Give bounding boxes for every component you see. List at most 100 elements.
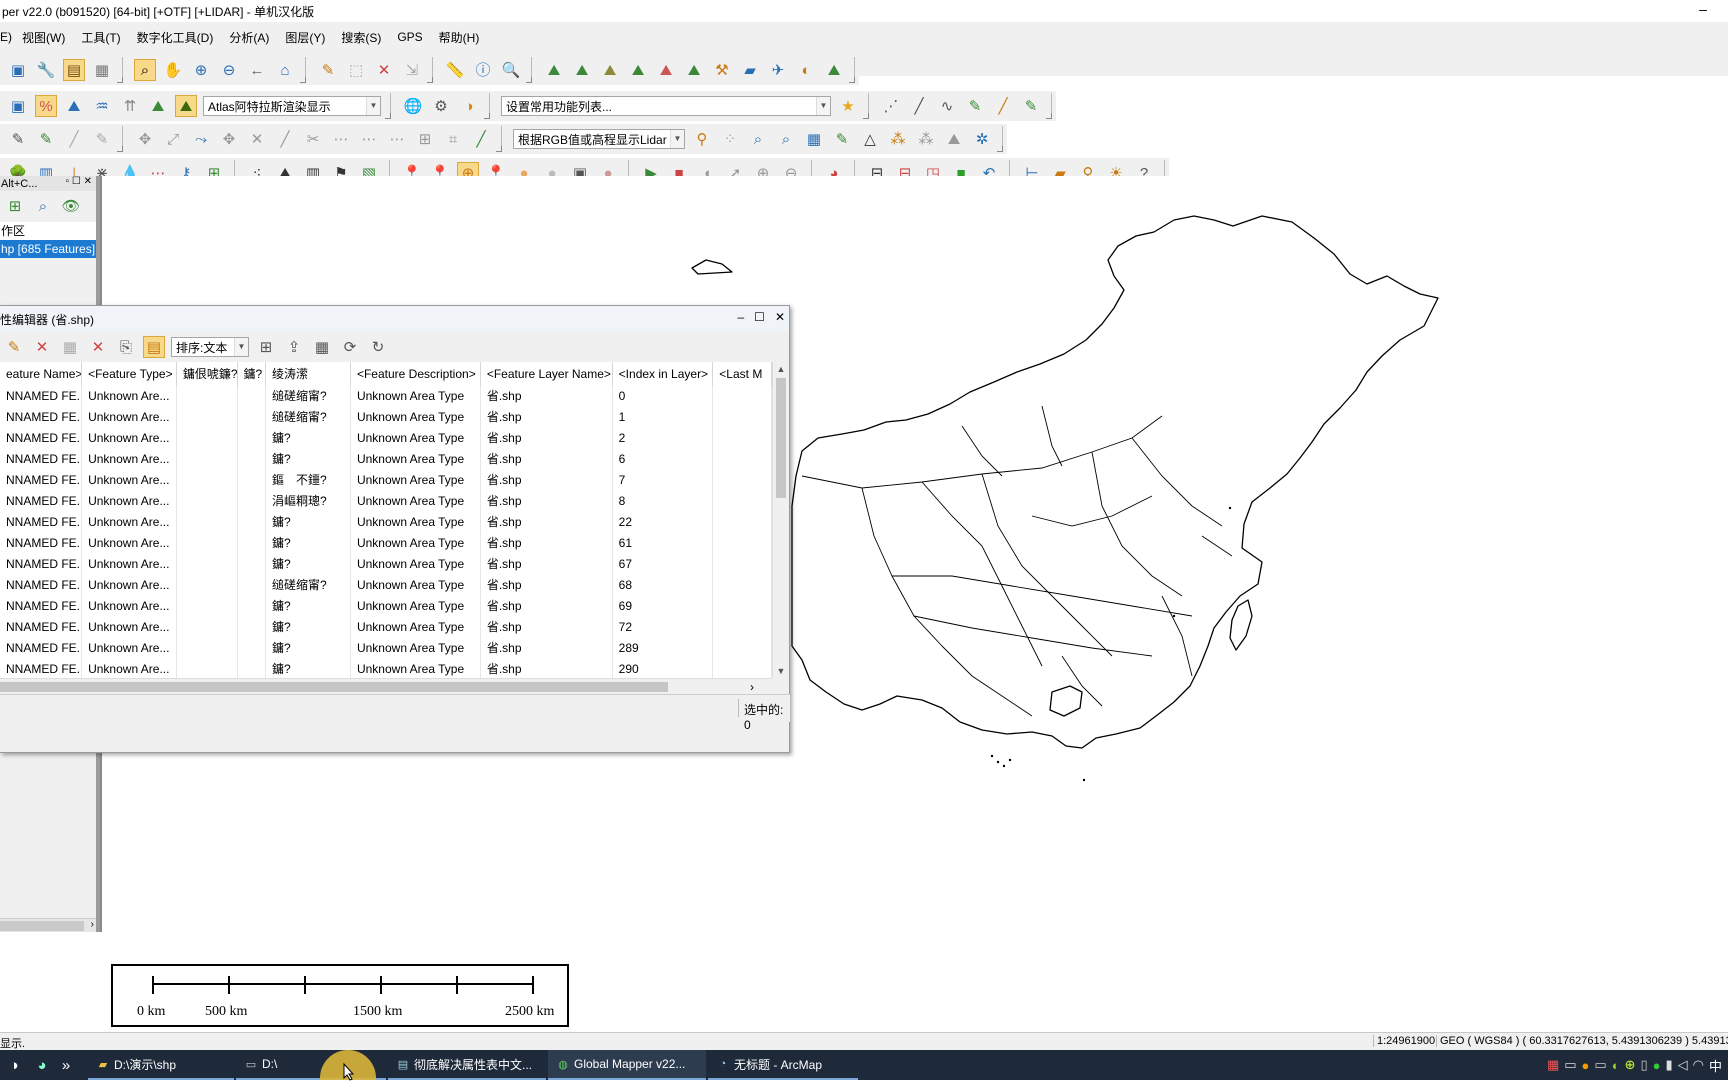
column-header[interactable]: 绫涛潆 [265, 362, 351, 386]
vertex-edit-icon[interactable]: ⋯ [386, 128, 408, 150]
menu-search[interactable]: 搜索(S) [341, 29, 381, 46]
tray-app-icon[interactable]: ● [1582, 1058, 1590, 1073]
table-cell[interactable]: Unknown Area Type [351, 596, 481, 617]
line-dotted-icon[interactable]: ⋰ [880, 95, 902, 117]
edit-tool-icon[interactable]: ✎ [91, 128, 113, 150]
layer-item-workspace[interactable]: 作区 [0, 222, 96, 240]
table-cell[interactable]: 鏞? [266, 533, 351, 554]
table-cell[interactable]: 省.shp [481, 512, 613, 533]
table-cell[interactable] [713, 596, 772, 617]
table-cell[interactable] [177, 407, 238, 428]
table-cell[interactable]: 2 [613, 428, 714, 449]
table-cell[interactable] [177, 428, 238, 449]
table-cell[interactable]: 鏞? [266, 428, 351, 449]
table-cell[interactable]: 涓嶇粡璁? [266, 491, 351, 512]
table-cell[interactable]: Unknown Are... [82, 575, 177, 596]
table-cell[interactable]: 省.shp [481, 596, 613, 617]
table-cell[interactable]: Unknown Are... [82, 407, 177, 428]
chevron-down-icon[interactable]: ▼ [366, 97, 380, 115]
table-cell[interactable]: Unknown Area Type [351, 575, 481, 596]
chevron-right-icon[interactable]: › [91, 919, 94, 930]
draw-tool-icon[interactable]: ✎ [7, 128, 29, 150]
menu-layer[interactable]: 图层(Y) [285, 29, 325, 46]
erase-tool-icon[interactable]: ✎ [35, 128, 57, 150]
table-cell[interactable] [713, 470, 772, 491]
table-cell[interactable]: 省.shp [481, 386, 613, 407]
menu-help[interactable]: 帮助(H) [439, 29, 480, 46]
menu-view[interactable]: 视图(W) [22, 29, 65, 46]
wifi-icon[interactable]: ◠ [1693, 1057, 1704, 1073]
measure-icon[interactable]: 📏 [444, 59, 466, 81]
table-cell[interactable]: Unknown Area Type [351, 617, 481, 638]
table-cell[interactable]: 缒磋缩甯? [266, 386, 351, 407]
table-row[interactable]: NNAMED FE... Unknown Are... 鏞? Unknown Area… [0, 659, 772, 678]
table-row[interactable]: NNAMED FE... Unknown Are... 涓嶇粡璁? Unknown A… [0, 491, 772, 512]
table-cell[interactable]: 1 [613, 407, 714, 428]
table-cell[interactable]: Unknown Are... [82, 449, 177, 470]
table-cell[interactable] [177, 554, 238, 575]
menu-tools[interactable]: 工具(T) [81, 29, 120, 46]
table-vscroll[interactable]: ▲ ▼ [772, 362, 788, 678]
peak-icon[interactable]: ⛰ [147, 95, 169, 117]
table-cell[interactable]: 省.shp [481, 449, 613, 470]
table-cell[interactable]: 鏞? [266, 512, 351, 533]
table-cell[interactable] [238, 533, 266, 554]
table-cell[interactable] [713, 449, 772, 470]
terrain-profile-icon[interactable]: ⛰ [543, 59, 565, 81]
table-cell[interactable]: 鏞? [266, 596, 351, 617]
favorite-star-icon[interactable]: ★ [837, 95, 859, 117]
tray-app-icon[interactable]: ▭ [1564, 1057, 1576, 1073]
table-cell[interactable]: Unknown Are... [82, 533, 177, 554]
table-cell[interactable] [713, 428, 772, 449]
zoom-in-icon[interactable]: ⊕ [190, 59, 212, 81]
column-header[interactable]: 鏞? [237, 362, 266, 386]
table-row[interactable]: NNAMED FE... Unknown Are... 鏞? Unknown Area… [0, 428, 772, 449]
line-brush-icon[interactable]: ╱ [992, 95, 1014, 117]
table-cell[interactable]: NNAMED FE... [0, 575, 83, 596]
maximize-icon[interactable]: ☐ [754, 310, 765, 324]
elevation-icon[interactable]: ⛰ [63, 95, 85, 117]
table-cell[interactable] [177, 491, 238, 512]
table-cell[interactable] [238, 554, 266, 575]
table-row[interactable]: NNAMED FE... Unknown Are... 鏞? Unknown Area… [0, 554, 772, 575]
table-cell[interactable] [238, 512, 266, 533]
table-cell[interactable] [177, 596, 238, 617]
table-cell[interactable]: NNAMED FE... [0, 659, 83, 678]
table-cell[interactable] [177, 386, 238, 407]
table-cell[interactable]: 省.shp [481, 575, 613, 596]
table-cell[interactable]: 省.shp [481, 428, 613, 449]
panel-buttons[interactable]: ▫ ☐ ✕ [66, 176, 92, 187]
table-cell[interactable] [238, 470, 266, 491]
lidar-display-combo[interactable]: 根据RGB值或高程显示Lidar ▼ [513, 129, 685, 149]
refresh-icon[interactable]: ↻ [367, 336, 389, 358]
lidar-query-icon[interactable]: ⌕ [775, 128, 797, 150]
table-cell[interactable] [713, 638, 772, 659]
table-cell[interactable]: 省.shp [481, 491, 613, 512]
taskbar-item-arcmap[interactable]: ◔ 无标题 - ArcMap [708, 1050, 858, 1080]
configure-icon[interactable]: 🔧 [35, 59, 57, 81]
table-cell[interactable] [238, 491, 266, 512]
tray-app-icon[interactable]: ● [1653, 1058, 1661, 1073]
table-cell[interactable] [713, 554, 772, 575]
overflow-chevron-icon[interactable]: » [59, 1054, 73, 1076]
line-paint-icon[interactable]: ✎ [1020, 95, 1042, 117]
battery-icon[interactable]: ▯ [1640, 1057, 1647, 1073]
sync-icon[interactable]: ⟳ [339, 336, 361, 358]
tray-app-icon[interactable]: ▦ [1547, 1057, 1559, 1073]
watershed-icon[interactable]: ⛰ [627, 59, 649, 81]
table-cell[interactable] [177, 617, 238, 638]
table-cell[interactable]: Unknown Area Type [351, 386, 481, 407]
table-cell[interactable]: 61 [613, 533, 714, 554]
table-cell[interactable]: Unknown Area Type [351, 449, 481, 470]
table-row[interactable]: NNAMED FE... Unknown Are... 缒磋缩甯? Unknown A… [0, 575, 772, 596]
scroll-thumb[interactable] [0, 921, 84, 931]
flight-icon[interactable]: ✈ [767, 59, 789, 81]
table-cell[interactable] [238, 449, 266, 470]
table-cell[interactable]: Unknown Area Type [351, 491, 481, 512]
table-cell[interactable]: 省.shp [481, 617, 613, 638]
cut-icon[interactable]: ✂ [302, 128, 324, 150]
line-smooth-icon[interactable]: ∿ [936, 95, 958, 117]
line-tool-icon[interactable]: ╱ [63, 128, 85, 150]
column-header[interactable]: 鏞佷唬鐮? [176, 362, 238, 386]
table-cell[interactable]: NNAMED FE... [0, 407, 83, 428]
